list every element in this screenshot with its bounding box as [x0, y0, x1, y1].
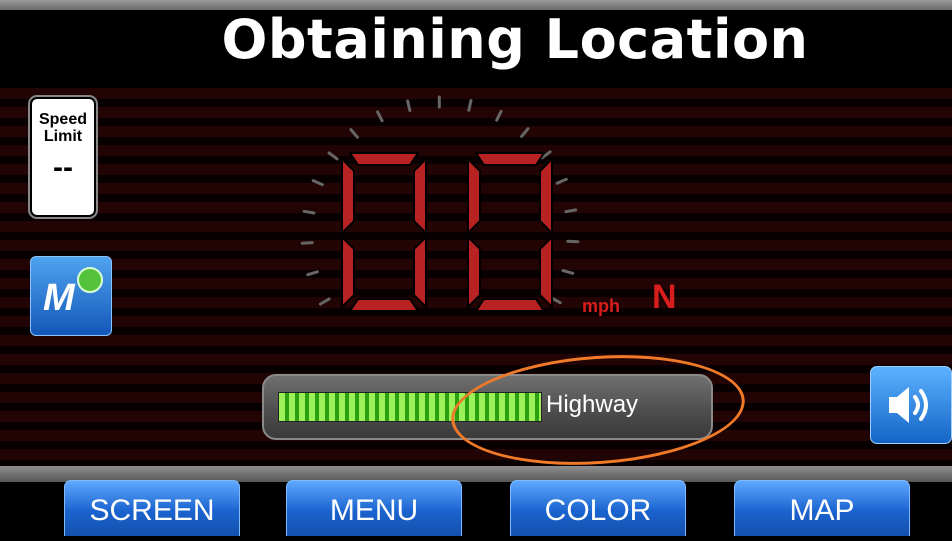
color-button[interactable]: COLOR [510, 480, 686, 536]
speed-unit: mph [582, 296, 620, 317]
dial-tick [557, 179, 566, 183]
dial-tick [563, 271, 573, 274]
dial-tick [321, 299, 330, 304]
dial-tick [351, 130, 358, 138]
speed-dial [280, 85, 600, 345]
dial-tick [329, 153, 337, 159]
dial-tick [313, 181, 322, 185]
map-button[interactable]: MAP [734, 480, 910, 536]
speed-limit-label: Speed Limit [32, 111, 94, 145]
check-icon [77, 267, 103, 293]
sound-button[interactable] [870, 366, 952, 444]
dial-tick [522, 129, 528, 137]
m-app-button[interactable]: M [30, 256, 112, 336]
dial-tick [378, 112, 383, 121]
bottom-tabs: SCREEN MENU COLOR MAP [0, 480, 952, 535]
dial-tick [408, 101, 410, 111]
dial-tick [302, 243, 312, 244]
speed-limit-sign: Speed Limit -- [30, 97, 96, 217]
screen-button[interactable]: SCREEN [64, 480, 240, 536]
speaker-icon [883, 383, 939, 427]
dial-tick [497, 111, 501, 120]
speed-digits [342, 153, 552, 311]
m-letter-icon: M [43, 277, 75, 320]
heading-direction: N [652, 278, 677, 317]
speed-limit-value: -- [32, 151, 94, 185]
menu-button[interactable]: MENU [286, 480, 462, 536]
dial-tick [566, 210, 576, 212]
page-title: Obtaining Location [0, 8, 952, 71]
dial-tick [304, 211, 314, 213]
dial-tick [469, 101, 471, 111]
dial-tick [308, 272, 318, 275]
